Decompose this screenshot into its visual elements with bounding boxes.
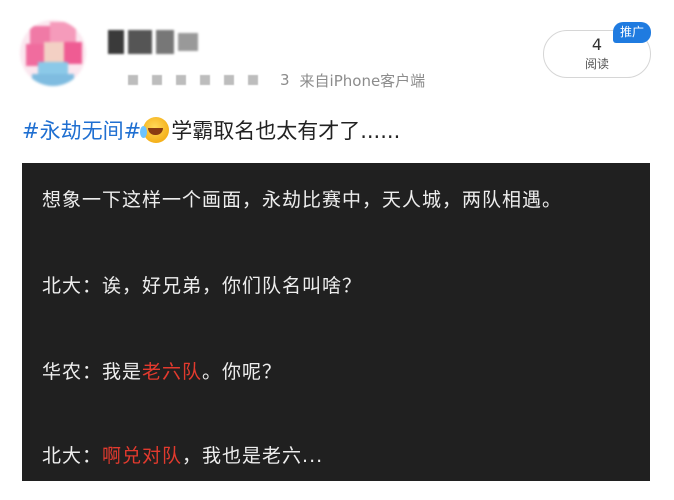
dialog-line-3: 华农：我是老六队。你呢？ (42, 357, 282, 384)
meta-count: 3 (280, 71, 290, 89)
dialog-line-4-suffix: ，我也是老六... (182, 445, 324, 467)
dialog-line-3-highlight: 老六队 (142, 361, 203, 383)
redacted-time (128, 75, 258, 85)
post-meta: 3 来自iPhone客户端 (128, 70, 425, 90)
post-text: #永劫无间# 学霸取名也太有才了...... (22, 113, 400, 147)
post-body: 学霸取名也太有才了...... (171, 119, 401, 143)
screenshot-image[interactable]: 想象一下这样一个画面，永劫比赛中，天人城，两队相遇。 北大：诶，好兄弟，你们队名… (22, 163, 650, 481)
read-label: 阅读 (584, 57, 609, 71)
promo-badge: 推广 (613, 22, 651, 43)
post-source: 来自iPhone客户端 (299, 71, 426, 90)
dialog-line-3-suffix: 。你呢？ (202, 361, 283, 383)
dialog-line-4-prefix: 北大： (42, 445, 103, 467)
dialog-line-3-prefix: 华农：我是 (42, 361, 143, 383)
hashtag-link[interactable]: #永劫无间# (22, 115, 141, 145)
dialog-line-1: 想象一下这样一个画面，永劫比赛中，天人城，两队相遇。 (42, 189, 563, 211)
username-redacted[interactable] (108, 30, 200, 54)
dialog-line-4: 北大：啊兑对队，我也是老六... (42, 441, 323, 468)
laughing-crying-emoji-icon (140, 117, 170, 143)
dialog-line-2: 北大：诶，好兄弟，你们队名叫啥？ (42, 275, 363, 297)
dialog-line-4-highlight: 啊兑对队 (102, 445, 183, 467)
avatar[interactable] (20, 20, 86, 86)
